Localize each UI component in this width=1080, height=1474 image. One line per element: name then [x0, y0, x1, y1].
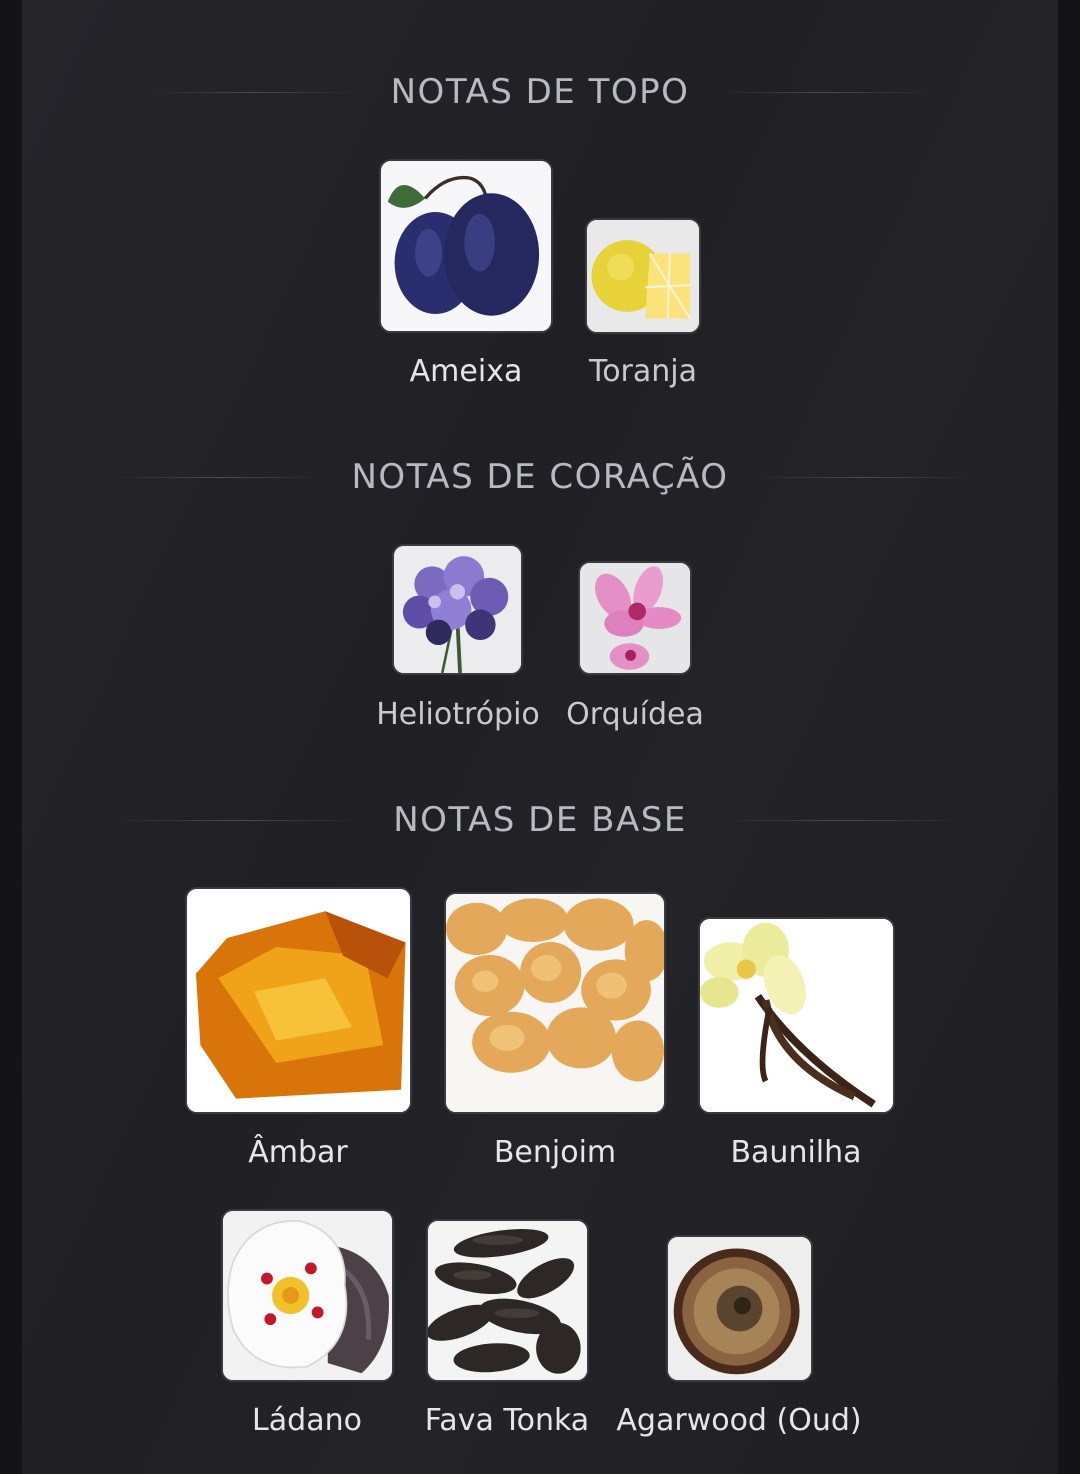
labdanum-icon[interactable]	[221, 1209, 394, 1382]
section-title-base-notes: NOTAS DE BASE	[393, 800, 687, 840]
heliotrope-icon[interactable]	[392, 544, 523, 675]
orchid-icon[interactable]	[578, 561, 692, 675]
note-label-ameixa: Ameixa	[409, 354, 523, 389]
grapefruit-icon[interactable]	[585, 218, 701, 334]
vanilla-icon[interactable]	[698, 917, 895, 1114]
note-label-ladano: Ládano	[252, 1403, 362, 1438]
note-label-heliotropio: Heliotrópio	[376, 697, 540, 732]
agarwood-icon[interactable]	[666, 1235, 813, 1382]
note-label-baunilha: Baunilha	[730, 1135, 862, 1170]
benzoin-icon[interactable]	[444, 892, 666, 1114]
amber-icon[interactable]	[185, 887, 412, 1114]
section-title-top-notes: NOTAS DE TOPO	[390, 72, 690, 112]
note-label-ambar: Âmbar	[248, 1135, 348, 1170]
note-label-benjoim: Benjoim	[493, 1135, 617, 1170]
note-label-orquidea: Orquídea	[566, 697, 704, 732]
plum-icon[interactable]	[379, 159, 553, 333]
note-label-toranja: Toranja	[588, 354, 698, 389]
note-label-agarwood: Agarwood (Oud)	[616, 1403, 862, 1438]
note-label-fava-tonka: Fava Tonka	[424, 1403, 590, 1438]
tonka-bean-icon[interactable]	[426, 1219, 589, 1382]
section-title-heart-notes: NOTAS DE CORAÇÃO	[351, 457, 729, 497]
